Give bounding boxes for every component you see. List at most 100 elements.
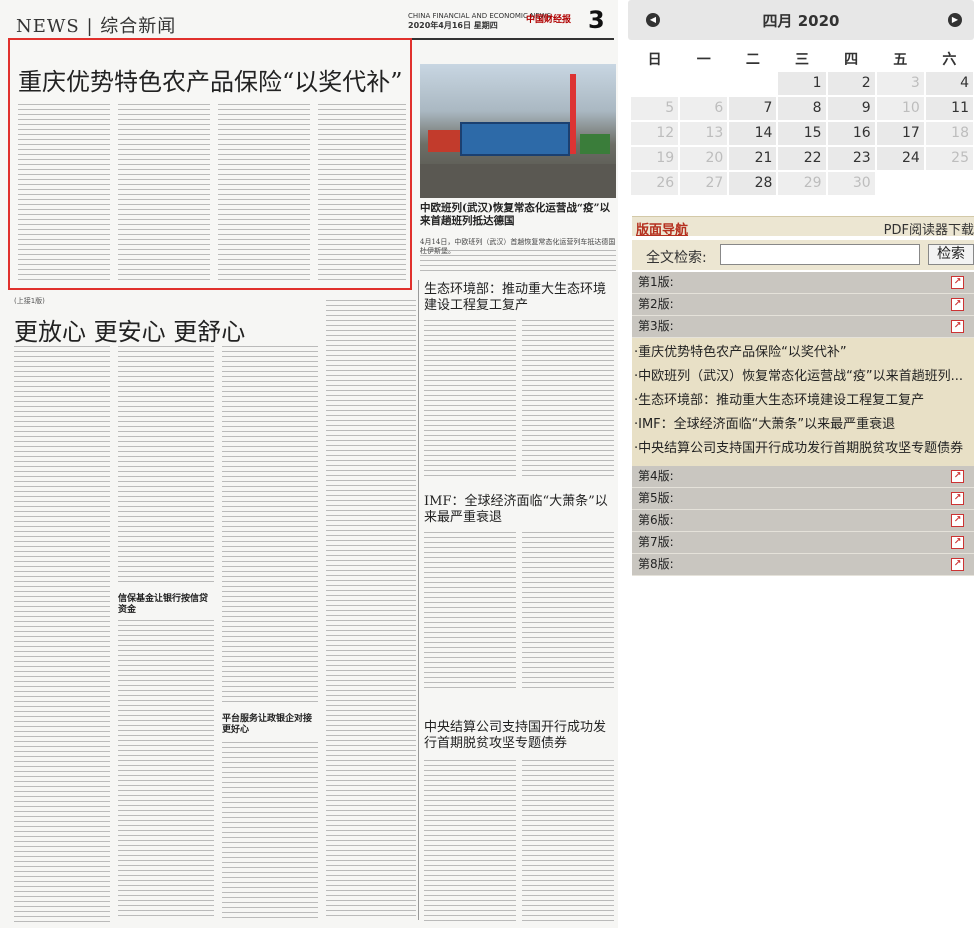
- story2-body-col3b: [222, 742, 318, 920]
- page-link[interactable]: 第6版: ↗: [632, 510, 974, 532]
- calendar-day: 6: [680, 97, 728, 120]
- story2-headline: 更放心 更安心 更舒心: [14, 318, 246, 346]
- pdf-icon[interactable]: ↗: [951, 298, 964, 311]
- photo-container-green: [580, 134, 610, 154]
- weekday-label: 三: [794, 52, 809, 68]
- story3-body-col2: [522, 320, 614, 480]
- calendar-blank-cell: [680, 72, 727, 95]
- page-link[interactable]: 第3版: ↗: [632, 316, 974, 338]
- calendar-day: 5: [631, 97, 679, 120]
- photo-train: [460, 122, 570, 156]
- calendar-day[interactable]: 24: [876, 147, 924, 170]
- pages-before: 第1版: ↗ 第2版: ↗ 第3版: ↗: [632, 272, 974, 338]
- page-masthead: NEWS | 综合新闻 CHINA FINANCIAL AND ECONOMIC…: [14, 6, 614, 40]
- calendar-day[interactable]: 14: [729, 122, 777, 145]
- calendar-blank-cell: [877, 172, 924, 195]
- article-link[interactable]: ·生态环境部：推动重大生态环境建设工程复工复产: [632, 390, 974, 414]
- story1-body-col2: [118, 104, 210, 284]
- photo-container-red: [428, 130, 462, 152]
- calendar-day[interactable]: 23: [827, 147, 875, 170]
- nav-bar: 版面导航 PDF阅读器下载: [632, 216, 974, 238]
- calendar-day: 29: [778, 172, 826, 195]
- calendar-day: 18: [925, 122, 973, 145]
- weekday-label: 五: [893, 52, 908, 68]
- story2-subhead-1: 信保基金让银行按信贷资金: [118, 594, 209, 616]
- photo-ground: [420, 164, 616, 198]
- story2-body-col3: [222, 346, 318, 706]
- page-link-label: 第6版:: [638, 513, 674, 527]
- calendar-title: 四月 2020: [762, 12, 840, 30]
- page-list: 第1版: ↗ 第2版: ↗ 第3版: ↗ ·重庆优势特色农产品保险“以奖代补” ·中欧班列（…: [632, 272, 974, 576]
- pdf-icon[interactable]: ↗: [951, 320, 964, 333]
- calendar-day[interactable]: 8: [778, 97, 826, 120]
- calendar-day[interactable]: 9: [827, 97, 875, 120]
- page-link[interactable]: 第8版: ↗: [632, 554, 974, 576]
- page-link[interactable]: 第7版: ↗: [632, 532, 974, 554]
- calendar-weeks: 1 2 3 4 5 6 7 8 9 10 11 12 13 14 15 16 17 18 19 20 21 22 23 24 2…: [630, 71, 974, 196]
- story1-highlight[interactable]: 重庆优势特色农产品保险“以奖代补”: [8, 38, 412, 290]
- page-link[interactable]: 第4版: ↗: [632, 466, 974, 488]
- search-button[interactable]: 检索: [928, 244, 974, 265]
- page-link[interactable]: 第1版: ↗: [632, 272, 974, 294]
- pdf-icon[interactable]: ↗: [951, 558, 964, 571]
- article-link[interactable]: ·重庆优势特色农产品保险“以奖代补”: [632, 342, 974, 366]
- article-link[interactable]: ·IMF：全球经济面临“大萧条”以来最严重衰退: [632, 414, 974, 438]
- calendar-day: 26: [631, 172, 679, 195]
- story2-subhead-2: 平台服务让政银企对接更好心: [222, 714, 313, 736]
- story1-headline: 重庆优势特色农产品保险“以奖代补”: [18, 68, 403, 96]
- calendar-day[interactable]: 11: [925, 97, 973, 120]
- pdf-reader-download-link[interactable]: PDF阅读器下载: [884, 219, 974, 238]
- story3-headline: 生态环境部：推动重大生态环境建设工程复工复产: [424, 282, 607, 314]
- article-link[interactable]: ·中央结算公司支持国开行成功发行首期脱贫攻坚专题债券: [632, 438, 974, 462]
- search-input[interactable]: [720, 244, 920, 265]
- story5-body-col2: [522, 760, 614, 922]
- calendar-week-row: 5 6 7 8 9 10 11: [630, 96, 974, 121]
- page-link[interactable]: 第5版: ↗: [632, 488, 974, 510]
- pdf-icon[interactable]: ↗: [951, 492, 964, 505]
- calendar-day[interactable]: 16: [827, 122, 875, 145]
- calendar-day[interactable]: 2: [827, 72, 875, 95]
- calendar-day[interactable]: 4: [925, 72, 973, 95]
- calendar-day[interactable]: 21: [729, 147, 777, 170]
- page-link-label: 第1版:: [638, 275, 674, 289]
- calendar-day: 10: [876, 97, 924, 120]
- page-nav-link[interactable]: 版面导航: [636, 219, 688, 238]
- calendar-day: 30: [827, 172, 875, 195]
- story5-body-col1: [424, 760, 516, 922]
- story2-continued-tag: (上接1版): [14, 297, 45, 305]
- story2-body-col4: [326, 300, 416, 920]
- story1-body-col3: [218, 104, 310, 284]
- pdf-icon[interactable]: ↗: [951, 514, 964, 527]
- photo-crane: [570, 74, 576, 154]
- calendar-week-row: 26 27 28 29 30: [630, 171, 974, 196]
- weekday-label: 四: [844, 52, 859, 68]
- page-link-label: 第8版:: [638, 557, 674, 571]
- right-arrow-icon[interactable]: ▶: [948, 13, 962, 27]
- train-photo: [420, 64, 616, 198]
- page-link-label: 第3版:: [638, 319, 674, 333]
- newspaper-page-image[interactable]: NEWS | 综合新闻 CHINA FINANCIAL AND ECONOMIC…: [0, 0, 618, 928]
- calendar-day[interactable]: 1: [778, 72, 826, 95]
- pages-after: 第4版: ↗ 第5版: ↗ 第6版: ↗ 第7版: ↗ 第8版: ↗: [632, 466, 974, 576]
- weekday-label: 一: [696, 52, 711, 68]
- calendar-week-row: 12 13 14 15 16 17 18: [630, 121, 974, 146]
- page-link-label: 第2版:: [638, 297, 674, 311]
- calendar-day[interactable]: 7: [729, 97, 777, 120]
- story3-body-col1: [424, 320, 516, 480]
- page-link[interactable]: 第2版: ↗: [632, 294, 974, 316]
- article-link[interactable]: ·中欧班列（武汉）恢复常态化运营战“疫”以来首趟班列...: [632, 366, 974, 390]
- section-name: NEWS | 综合新闻: [16, 16, 177, 37]
- story2-body-col1: [14, 346, 110, 922]
- calendar-day[interactable]: 22: [778, 147, 826, 170]
- pdf-icon[interactable]: ↗: [951, 276, 964, 289]
- calendar-day[interactable]: 17: [876, 122, 924, 145]
- calendar-day: 3: [876, 72, 924, 95]
- calendar-day[interactable]: 15: [778, 122, 826, 145]
- story1-body-col4: [318, 104, 406, 284]
- story4-headline: IMF：全球经济面临“大萧条”以来最严重衰退: [424, 494, 608, 526]
- page-number: 3: [588, 6, 605, 34]
- calendar-day[interactable]: 28: [729, 172, 777, 195]
- pdf-icon[interactable]: ↗: [951, 536, 964, 549]
- pdf-icon[interactable]: ↗: [951, 470, 964, 483]
- weekday-label: 六: [942, 52, 957, 68]
